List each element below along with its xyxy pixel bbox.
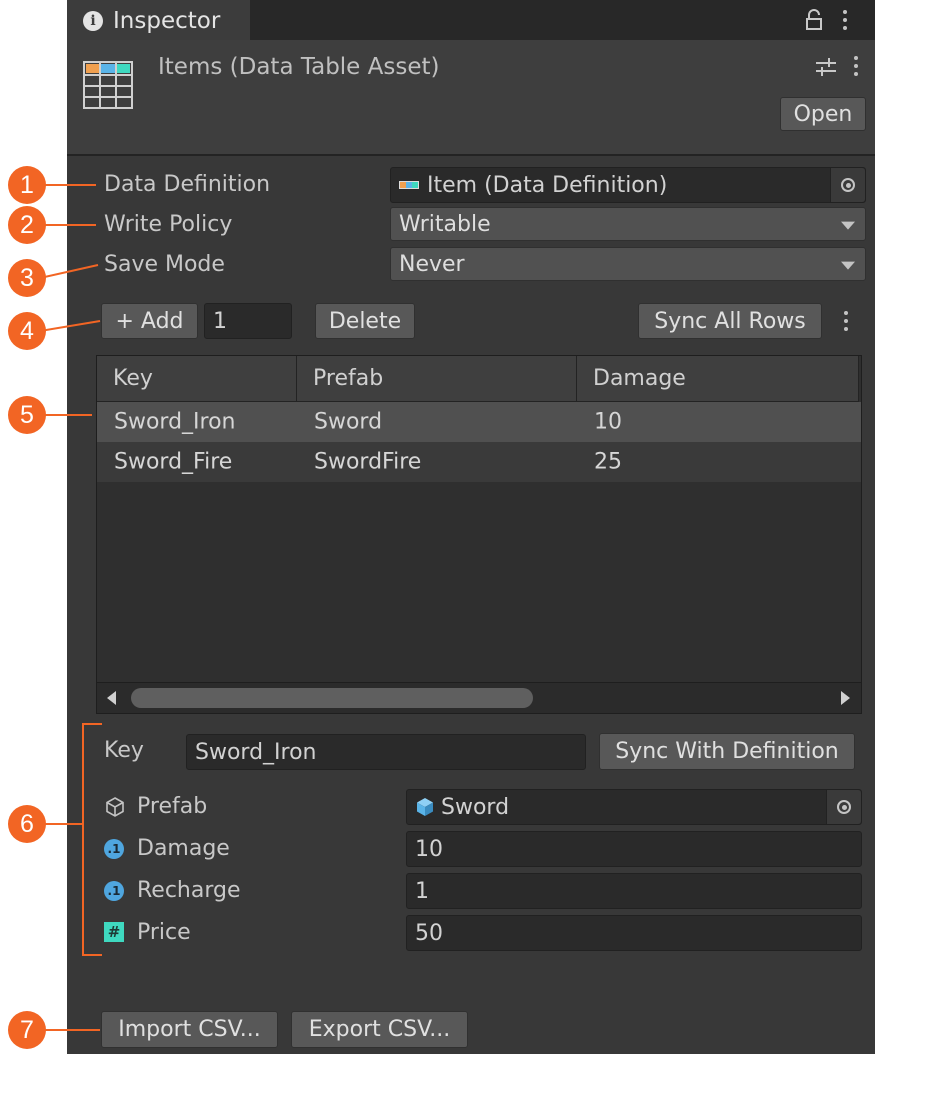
chevron-down-icon xyxy=(841,221,855,230)
write-policy-label: Write Policy xyxy=(104,212,233,237)
asset-title: Items (Data Table Asset) xyxy=(158,54,440,80)
callout-1: 1 xyxy=(8,166,46,204)
detail-key-input[interactable]: Sword_Iron xyxy=(186,734,586,770)
field-label-price: Price xyxy=(137,920,191,945)
int-type-icon: .1 xyxy=(104,838,124,859)
callout-leader xyxy=(44,823,82,825)
cell-damage: 10 xyxy=(594,409,622,435)
definition-type-icon xyxy=(399,181,419,189)
table-asset-icon xyxy=(82,60,134,110)
prefab-cube-icon xyxy=(415,797,435,817)
callout-leader xyxy=(44,224,96,226)
data-definition-value: Item (Data Definition) xyxy=(427,172,668,198)
callout-leader xyxy=(40,264,99,279)
callout-bracket xyxy=(82,723,102,956)
tab-inspector[interactable]: i Inspector xyxy=(67,0,250,42)
detail-key-label: Key xyxy=(104,738,144,763)
tab-menu-icon[interactable] xyxy=(842,10,848,30)
export-csv-button[interactable]: Export CSV... xyxy=(291,1011,468,1048)
callout-leader xyxy=(40,320,101,332)
recharge-input[interactable]: 1 xyxy=(406,873,862,909)
cell-damage: 25 xyxy=(594,449,622,475)
callout-leader xyxy=(44,184,96,186)
callout-leader xyxy=(44,1029,100,1031)
write-policy-dropdown[interactable]: Writable xyxy=(390,207,866,241)
column-header-key[interactable]: Key xyxy=(97,356,297,402)
info-icon: i xyxy=(83,11,103,31)
damage-input[interactable]: 10 xyxy=(406,831,862,867)
sync-with-definition-button[interactable]: Sync With Definition xyxy=(599,733,855,770)
callout-7: 7 xyxy=(8,1011,46,1049)
save-mode-label: Save Mode xyxy=(104,252,225,277)
table-row[interactable]: Sword_Fire SwordFire 25 xyxy=(97,442,861,482)
scrollbar-thumb[interactable] xyxy=(131,688,533,708)
tab-title: Inspector xyxy=(113,8,221,34)
column-header-damage[interactable]: Damage xyxy=(577,356,859,402)
field-label-recharge: Recharge xyxy=(137,878,241,903)
price-input[interactable]: 50 xyxy=(406,915,862,951)
object-picker-icon[interactable] xyxy=(830,168,865,202)
cube-outline-icon xyxy=(104,796,126,818)
callout-6: 6 xyxy=(8,805,46,843)
prefab-value: Sword xyxy=(441,794,510,820)
hash-icon: # xyxy=(104,922,124,942)
callout-5: 5 xyxy=(8,396,46,434)
data-table: Key Prefab Damage Sword_Iron Sword 10 Sw… xyxy=(96,355,862,714)
data-definition-field[interactable]: Item (Data Definition) xyxy=(390,167,866,203)
field-label-damage: Damage xyxy=(137,836,230,861)
callout-leader xyxy=(44,414,92,416)
cell-prefab: Sword xyxy=(314,409,383,435)
field-label-prefab: Prefab xyxy=(137,794,208,819)
asset-menu-icon[interactable] xyxy=(853,56,859,76)
scroll-right-icon[interactable] xyxy=(841,691,850,705)
toolbar-menu-icon[interactable] xyxy=(843,311,849,331)
add-button[interactable]: + Add xyxy=(101,303,198,339)
callout-2: 2 xyxy=(8,206,46,244)
object-picker-icon[interactable] xyxy=(826,790,861,824)
data-definition-label: Data Definition xyxy=(104,172,271,197)
cell-key: Sword_Fire xyxy=(114,449,233,475)
table-row[interactable]: Sword_Iron Sword 10 xyxy=(97,402,861,442)
open-button[interactable]: Open xyxy=(780,97,866,131)
horizontal-scrollbar[interactable] xyxy=(97,682,861,713)
cell-key: Sword_Iron xyxy=(114,409,236,435)
save-mode-dropdown[interactable]: Never xyxy=(390,247,866,281)
prefab-object-field[interactable]: Sword xyxy=(406,789,862,825)
import-csv-button[interactable]: Import CSV... xyxy=(101,1011,278,1048)
column-header-prefab[interactable]: Prefab xyxy=(297,356,577,402)
delete-button[interactable]: Delete xyxy=(315,303,415,339)
sync-all-rows-button[interactable]: Sync All Rows xyxy=(638,303,822,339)
save-mode-value: Never xyxy=(399,251,465,277)
cell-prefab: SwordFire xyxy=(314,449,422,475)
int-type-icon: .1 xyxy=(104,880,124,901)
scroll-left-icon[interactable] xyxy=(107,691,116,705)
chevron-down-icon xyxy=(841,261,855,270)
write-policy-value: Writable xyxy=(399,211,491,237)
preset-icon[interactable] xyxy=(815,56,837,78)
lock-icon[interactable] xyxy=(804,8,824,32)
add-count-input[interactable]: 1 xyxy=(204,303,292,339)
